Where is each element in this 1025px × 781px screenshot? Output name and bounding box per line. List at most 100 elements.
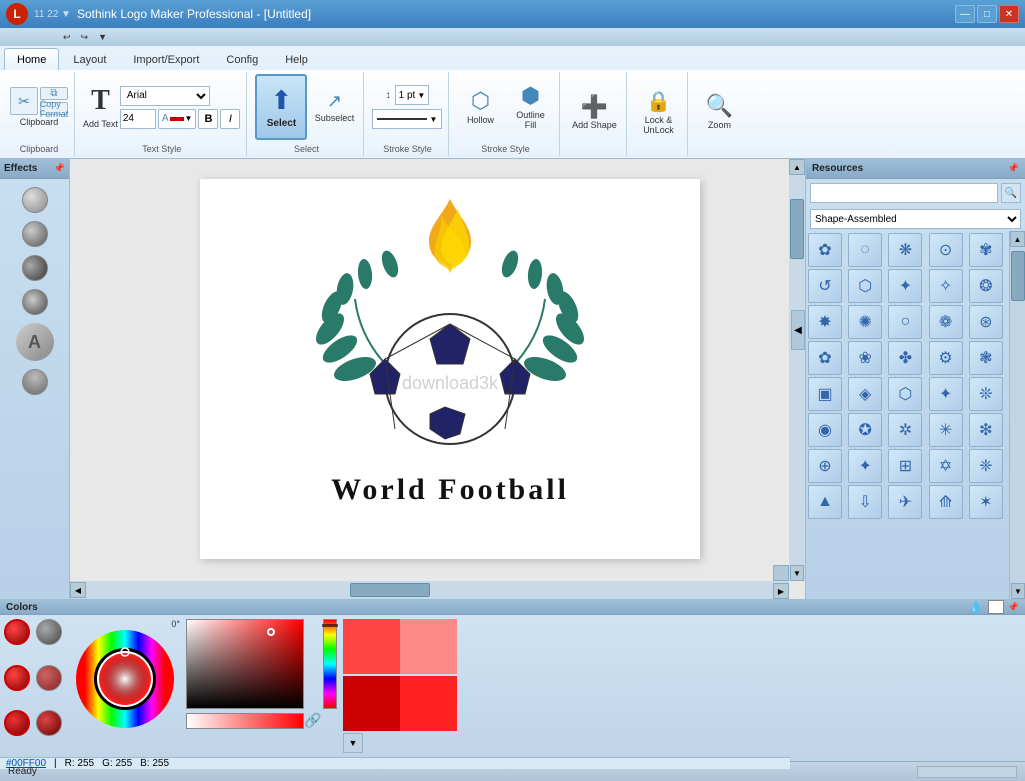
res-scroll-down[interactable]: ▼ xyxy=(1011,583,1025,599)
shape-item[interactable]: ✾ xyxy=(969,233,1003,267)
color-circle-darkred[interactable] xyxy=(36,665,62,691)
shape-item[interactable]: ✿ xyxy=(808,341,842,375)
stroke-line-selector[interactable]: ▼ xyxy=(372,109,442,129)
shape-item[interactable]: ◌ xyxy=(848,233,882,267)
effect-diamond[interactable] xyxy=(16,364,53,401)
subselect-button[interactable]: ↗ Subselect xyxy=(311,74,357,140)
effect-gradient-v[interactable] xyxy=(22,221,48,247)
copy-format-button[interactable]: Copy Format xyxy=(40,102,68,115)
shape-item[interactable]: ✺ xyxy=(848,305,882,339)
colors-pin-icon[interactable]: 📌 xyxy=(1008,602,1019,613)
shape-item[interactable]: ❃ xyxy=(969,341,1003,375)
shape-item[interactable]: ✿ xyxy=(808,233,842,267)
redo-button[interactable]: ↪ xyxy=(78,31,92,44)
res-scroll-thumb[interactable] xyxy=(1011,251,1025,301)
scroll-left-button[interactable]: ◀ xyxy=(70,582,86,598)
shape-item[interactable]: ❋ xyxy=(888,233,922,267)
canvas-scrollbar-h[interactable]: ◀ ▶ xyxy=(70,581,789,599)
swatch-medium-red[interactable] xyxy=(400,676,457,731)
resources-category-select[interactable]: Shape-Assembled Shape-Basic Shape-Comple… xyxy=(810,209,1021,229)
add-shape-button[interactable]: ➕ Add Shape xyxy=(568,79,620,145)
shape-item[interactable]: ⊕ xyxy=(808,449,842,483)
shape-item[interactable]: ⊞ xyxy=(888,449,922,483)
maximize-button[interactable]: □ xyxy=(977,5,997,23)
quick-access-dropdown[interactable]: ▼ xyxy=(95,31,110,43)
swatch-light-red[interactable] xyxy=(343,619,400,674)
color-circle-red4[interactable] xyxy=(36,710,62,736)
shape-item[interactable]: ◈ xyxy=(848,377,882,411)
select-button[interactable]: ⬆ Select xyxy=(255,74,307,140)
italic-button[interactable]: I xyxy=(220,109,240,129)
shape-item[interactable]: ✡ xyxy=(929,449,963,483)
shape-item[interactable]: ⊛ xyxy=(969,305,1003,339)
minimize-button[interactable]: — xyxy=(955,5,975,23)
color-circle-red-bright[interactable] xyxy=(4,619,30,645)
shape-item[interactable]: ❀ xyxy=(848,341,882,375)
shape-item[interactable]: ✸ xyxy=(808,305,842,339)
hue-bar[interactable] xyxy=(323,619,337,709)
link-button[interactable]: 🔗 xyxy=(306,712,320,729)
canvas-scrollbar-v[interactable]: ▲ ▼ xyxy=(789,159,805,581)
shape-item[interactable]: ✦ xyxy=(929,377,963,411)
shape-item[interactable]: ○ xyxy=(888,305,922,339)
shape-item[interactable]: ❂ xyxy=(969,269,1003,303)
effect-flat[interactable] xyxy=(22,187,48,213)
hollow-button[interactable]: ⬡ Hollow xyxy=(457,74,503,140)
color-circle-red3[interactable] xyxy=(4,710,30,736)
scroll-right-button[interactable]: ▶ xyxy=(773,583,789,599)
font-select[interactable]: Arial xyxy=(120,86,210,106)
shape-item[interactable]: ✧ xyxy=(929,269,963,303)
color-wheel-svg[interactable] xyxy=(75,629,175,729)
shape-item[interactable]: ❈ xyxy=(969,449,1003,483)
resources-collapse-button[interactable]: ◀ xyxy=(791,310,805,350)
shape-item[interactable]: ❇ xyxy=(969,413,1003,447)
effect-gradient-h[interactable] xyxy=(22,255,48,281)
resources-search-button[interactable]: 🔍 xyxy=(1001,183,1021,203)
shape-item[interactable]: ✈ xyxy=(888,485,922,519)
shape-item[interactable]: ↺ xyxy=(808,269,842,303)
shape-item[interactable]: ✪ xyxy=(848,413,882,447)
effects-pin-icon[interactable]: 📌 xyxy=(54,163,65,174)
undo-button[interactable]: ↩ xyxy=(60,31,74,44)
scroll-thumb-v[interactable] xyxy=(790,199,804,259)
resources-scrollbar[interactable]: ▲ ▼ xyxy=(1009,231,1025,599)
res-scroll-up[interactable]: ▲ xyxy=(1010,231,1025,247)
color-gradient-box[interactable] xyxy=(186,619,304,709)
shape-item[interactable]: ✳ xyxy=(929,413,963,447)
lock-button[interactable]: 🔒 Lock & UnLock xyxy=(635,79,681,145)
close-button[interactable]: ✕ xyxy=(999,5,1019,23)
tab-home[interactable]: Home xyxy=(4,48,59,70)
shape-item[interactable]: ⬡ xyxy=(848,269,882,303)
alpha-bar[interactable] xyxy=(186,713,304,729)
swatch-lighter-red[interactable] xyxy=(400,619,457,674)
shape-item[interactable]: ✦ xyxy=(848,449,882,483)
shape-item[interactable]: ✤ xyxy=(888,341,922,375)
resources-pin-icon[interactable]: 📌 xyxy=(1008,163,1019,174)
color-circle-red2[interactable] xyxy=(4,665,30,691)
scroll-thumb-h[interactable] xyxy=(350,583,430,597)
shape-item[interactable]: ❁ xyxy=(929,305,963,339)
tab-import-export[interactable]: Import/Export xyxy=(120,48,212,70)
white-swatch[interactable] xyxy=(988,600,1004,614)
effect-text[interactable]: A xyxy=(16,323,54,361)
shape-item[interactable]: ⊙ xyxy=(929,233,963,267)
effect-radial[interactable] xyxy=(22,289,48,315)
scroll-down-button[interactable]: ▼ xyxy=(790,565,804,581)
shape-item[interactable]: ▲ xyxy=(808,485,842,519)
tab-config[interactable]: Config xyxy=(213,48,271,70)
swatch-down-button[interactable]: ▼ xyxy=(343,733,363,753)
color-dropper-icon[interactable]: 💧 xyxy=(969,600,984,614)
stroke-width-input[interactable]: 1 pt ▼ xyxy=(395,85,430,105)
resources-search-input[interactable] xyxy=(810,183,998,203)
color-circle-gray[interactable] xyxy=(36,619,62,645)
bold-button[interactable]: B xyxy=(198,109,218,129)
shape-item[interactable]: ⟰ xyxy=(929,485,963,519)
shape-item[interactable]: ◉ xyxy=(808,413,842,447)
tab-layout[interactable]: Layout xyxy=(60,48,119,70)
tab-help[interactable]: Help xyxy=(272,48,321,70)
font-size-input[interactable] xyxy=(120,109,156,129)
scroll-up-button[interactable]: ▲ xyxy=(789,159,805,175)
cut-button[interactable]: ✂ xyxy=(10,87,38,115)
shape-item[interactable]: ⬡ xyxy=(888,377,922,411)
swatch-dark-red[interactable] xyxy=(343,676,400,731)
